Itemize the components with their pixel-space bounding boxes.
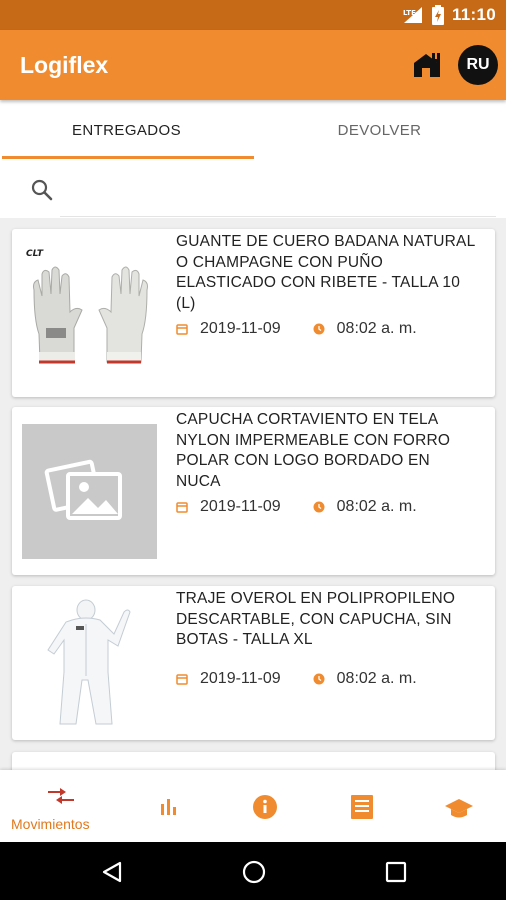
tab-bar: ENTREGADOS DEVOLVER bbox=[0, 100, 506, 160]
list-item[interactable]: CLT GUANTE DE CUERO BADANA NATURAL O CHA… bbox=[12, 229, 495, 397]
status-icons: LTE 11:10 bbox=[402, 0, 496, 30]
nav-training[interactable] bbox=[408, 770, 506, 842]
item-time: 08:02 a. m. bbox=[336, 670, 417, 687]
system-nav-bar bbox=[0, 842, 506, 900]
item-time: 08:02 a. m. bbox=[336, 320, 417, 337]
status-bar: LTE 11:10 bbox=[0, 0, 506, 30]
item-title: CAPUCHA CORTAVIENTO EN TELA NYLON IMPERM… bbox=[176, 411, 451, 490]
app-bar: Logiflex RU bbox=[0, 30, 506, 100]
item-meta: 2019-11-09 08:02 a. m. bbox=[176, 320, 417, 338]
bar-chart-icon bbox=[160, 799, 176, 815]
app-title: Logiflex bbox=[20, 52, 109, 78]
recents-icon[interactable] bbox=[385, 861, 407, 883]
svg-text:LTE: LTE bbox=[403, 9, 416, 17]
battery-icon bbox=[431, 5, 444, 25]
brand-logo: CLT bbox=[26, 249, 44, 259]
item-date: 2019-11-09 bbox=[200, 498, 281, 515]
calendar-icon bbox=[176, 674, 188, 685]
nav-movimientos[interactable]: Movimientos bbox=[10, 770, 111, 842]
tab-entregados[interactable]: ENTREGADOS bbox=[0, 100, 253, 160]
coverall-photo bbox=[22, 594, 157, 729]
nav-info[interactable] bbox=[214, 770, 315, 842]
avatar[interactable]: RU bbox=[458, 45, 498, 85]
back-icon[interactable] bbox=[101, 861, 123, 883]
item-date: 2019-11-09 bbox=[200, 670, 281, 687]
item-meta: 2019-11-09 08:02 a. m. bbox=[176, 498, 417, 516]
image-placeholder-icon bbox=[22, 424, 157, 559]
list-item[interactable]: CAPUCHA CORTAVIENTO EN TELA NYLON IMPERM… bbox=[12, 407, 495, 575]
tab-indicator bbox=[2, 156, 254, 159]
search-icon[interactable] bbox=[30, 178, 54, 202]
item-title: TRAJE OVEROL EN POLIPROPILENO DESCARTABL… bbox=[176, 590, 456, 648]
item-list[interactable]: CLT GUANTE DE CUERO BADANA NATURAL O CHA… bbox=[0, 218, 506, 770]
item-time: 08:02 a. m. bbox=[336, 498, 417, 515]
lte-signal-icon: LTE bbox=[403, 7, 422, 23]
bottom-nav: Movimientos bbox=[0, 770, 506, 842]
item-date: 2019-11-09 bbox=[200, 320, 281, 337]
gloves-photo: CLT bbox=[22, 244, 157, 379]
nav-label-movimientos: Movimientos bbox=[11, 816, 90, 832]
list-item[interactable]: TRAJE OVEROL EN POLIPROPILENO DESCARTABL… bbox=[12, 586, 495, 740]
clock-icon bbox=[313, 673, 325, 685]
info-icon bbox=[252, 795, 277, 819]
movements-icon bbox=[47, 788, 74, 804]
item-meta: 2019-11-09 08:02 a. m. bbox=[176, 670, 417, 688]
calendar-icon bbox=[176, 324, 188, 335]
search-bar bbox=[0, 160, 506, 218]
graduation-cap-icon bbox=[444, 799, 473, 818]
nav-list[interactable] bbox=[311, 770, 412, 842]
nav-reports[interactable] bbox=[118, 770, 219, 842]
search-underline bbox=[60, 216, 496, 217]
search-input[interactable] bbox=[60, 174, 496, 204]
clock-icon bbox=[313, 323, 325, 335]
home-icon[interactable] bbox=[242, 860, 266, 884]
list-icon bbox=[350, 795, 373, 819]
tab-devolver[interactable]: DEVOLVER bbox=[253, 100, 506, 160]
item-title: GUANTE DE CUERO BADANA NATURAL O CHAMPAG… bbox=[176, 233, 475, 312]
clock-icon bbox=[313, 501, 325, 513]
status-time: 11:10 bbox=[451, 5, 496, 24]
list-item[interactable] bbox=[12, 752, 495, 770]
calendar-icon bbox=[176, 502, 188, 513]
store-icon[interactable] bbox=[412, 51, 442, 79]
